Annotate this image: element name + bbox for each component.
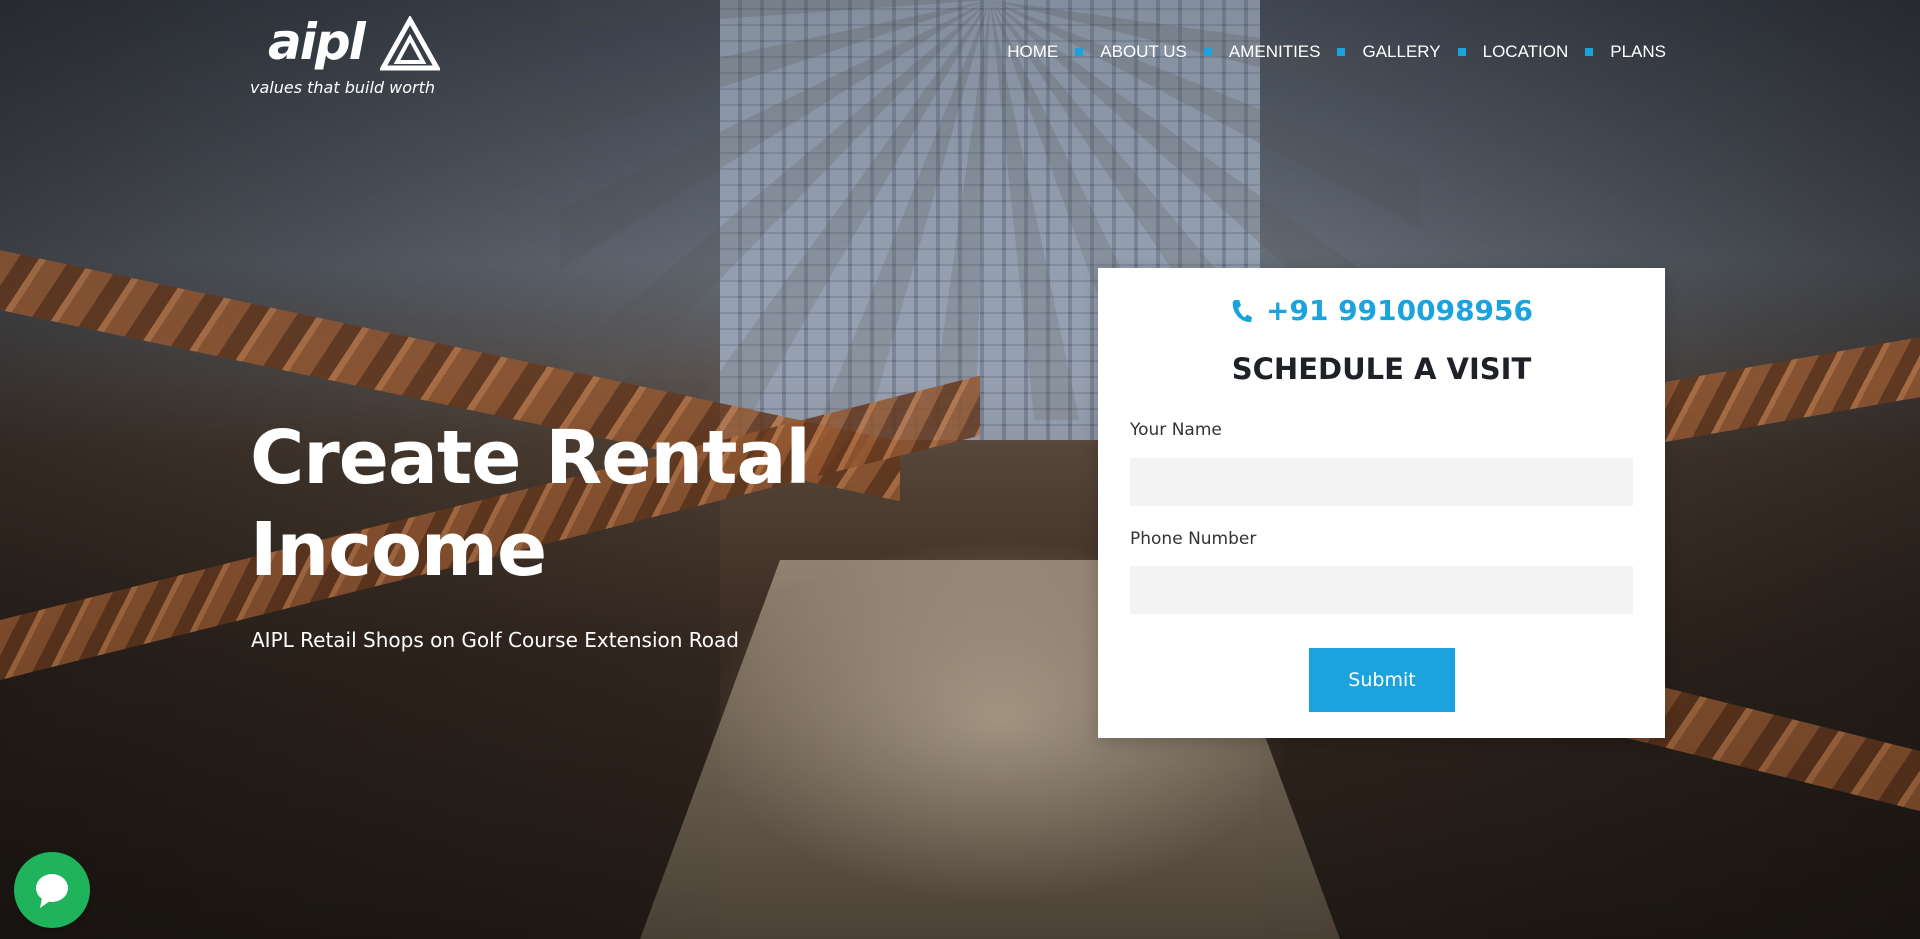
nav-item-gallery[interactable]: GALLERY bbox=[1362, 42, 1440, 62]
name-field-label: Your Name bbox=[1130, 420, 1222, 440]
brand-logo[interactable]: aipl values that build worth bbox=[248, 12, 452, 102]
nav-separator bbox=[1585, 48, 1594, 56]
name-input[interactable] bbox=[1130, 458, 1633, 506]
hero-section: aipl values that build worth HOME ABOUT … bbox=[0, 0, 1920, 939]
schedule-visit-form: +91 9910098956 SCHEDULE A VISIT Your Nam… bbox=[1098, 268, 1665, 738]
hero-subtitle: AIPL Retail Shops on Golf Course Extensi… bbox=[251, 628, 739, 652]
contact-phone[interactable]: +91 9910098956 bbox=[1098, 294, 1665, 327]
contact-phone-number: +91 9910098956 bbox=[1266, 294, 1533, 327]
phone-icon bbox=[1232, 299, 1252, 322]
nav-item-amenities[interactable]: AMENITIES bbox=[1229, 42, 1321, 62]
logo-wordmark: aipl bbox=[268, 13, 366, 71]
background-wood-band bbox=[1660, 337, 1920, 443]
nav-item-location[interactable]: LOCATION bbox=[1483, 42, 1569, 62]
nav-separator bbox=[1337, 48, 1346, 56]
logo-tagline: values that build worth bbox=[250, 78, 435, 97]
phone-field-label: Phone Number bbox=[1130, 529, 1257, 549]
hero-title-line-1: Create Rental bbox=[250, 415, 811, 501]
nav-separator bbox=[1457, 48, 1466, 56]
phone-input[interactable] bbox=[1130, 566, 1633, 614]
hero-title-line-2: Income bbox=[250, 507, 547, 593]
logo-triangle-icon bbox=[380, 16, 440, 71]
chat-bubble-icon bbox=[36, 874, 68, 908]
main-nav: HOME ABOUT US AMENITIES GALLERY LOCATION… bbox=[1007, 42, 1666, 62]
nav-item-home[interactable]: HOME bbox=[1007, 42, 1058, 62]
hero-title: Create Rental Income bbox=[250, 412, 811, 596]
submit-button[interactable]: Submit bbox=[1309, 648, 1455, 712]
nav-separator bbox=[1075, 48, 1084, 56]
chat-widget-button[interactable] bbox=[14, 852, 90, 928]
nav-item-plans[interactable]: PLANS bbox=[1610, 42, 1666, 62]
form-title: SCHEDULE A VISIT bbox=[1231, 352, 1532, 386]
nav-item-about-us[interactable]: ABOUT US bbox=[1100, 42, 1187, 62]
nav-separator bbox=[1203, 48, 1212, 56]
